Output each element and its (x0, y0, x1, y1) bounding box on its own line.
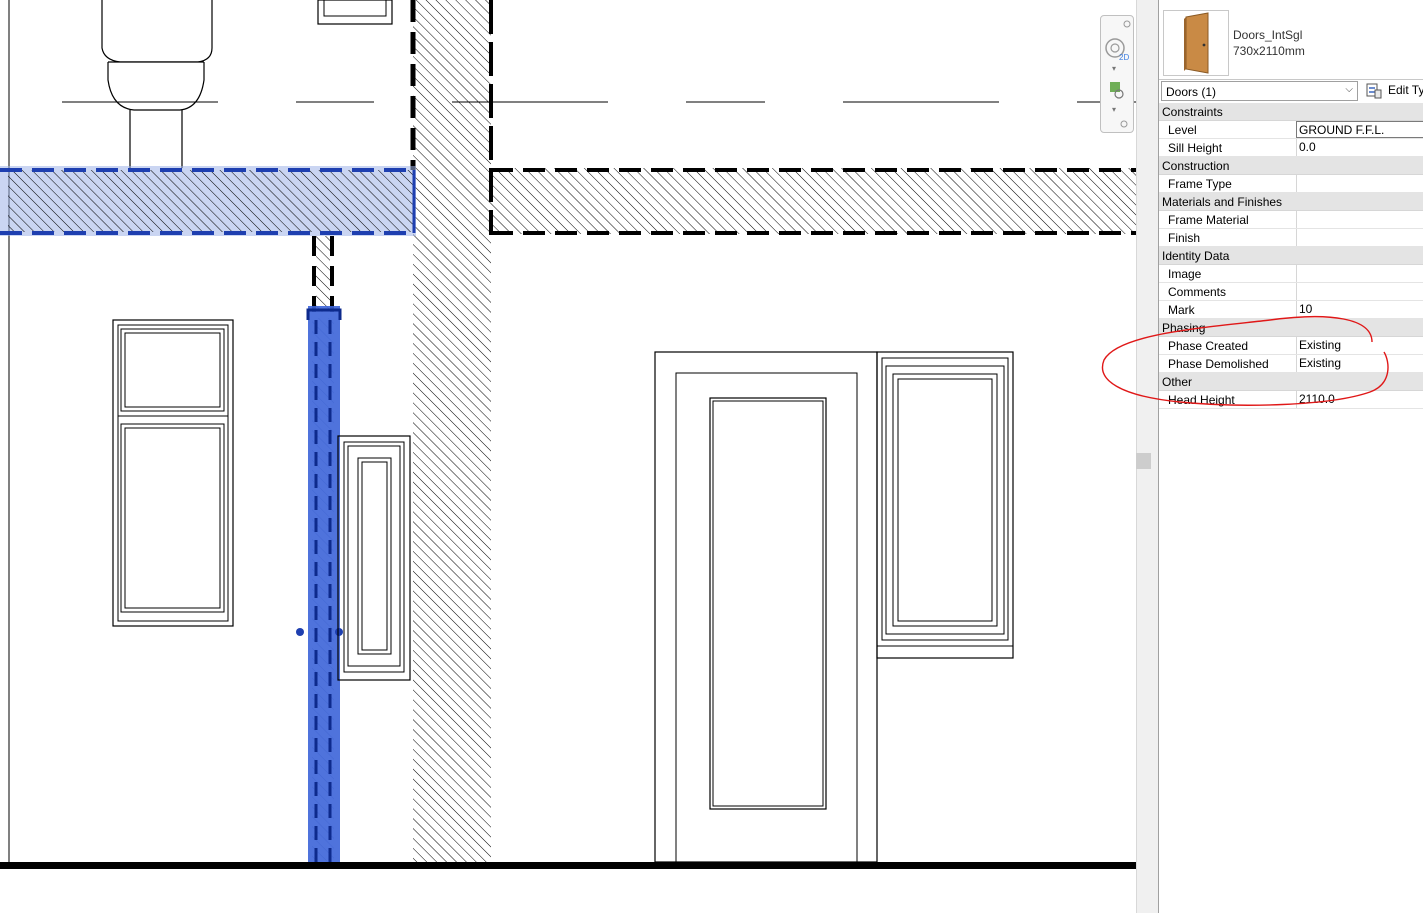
property-group-label: Identity Data (1162, 249, 1230, 263)
property-label: Image (1168, 267, 1202, 281)
property-label: Phase Demolished (1168, 357, 1269, 371)
property-label: Frame Type (1168, 177, 1232, 191)
property-label: Level (1168, 123, 1197, 137)
property-value[interactable] (1296, 211, 1423, 228)
property-group-label: Other (1162, 375, 1193, 389)
property-row-level[interactable]: Level GROUND F.F.L. (1159, 121, 1423, 139)
property-value[interactable]: Existing (1296, 337, 1423, 354)
property-group-materials-and-finishes[interactable]: Materials and Finishes (1159, 193, 1423, 211)
property-label: Head Height (1168, 393, 1235, 407)
toilet (101, 0, 213, 168)
divider (1159, 79, 1423, 80)
property-row-image[interactable]: Image (1159, 265, 1423, 283)
chevron-down-icon: ⌵ (1345, 84, 1353, 95)
property-value[interactable]: Existing (1296, 355, 1423, 372)
property-row-phase-demolished[interactable]: Phase Demolished Existing (1159, 355, 1423, 373)
property-group-constraints[interactable]: Constraints (1159, 103, 1423, 121)
edit-type-button[interactable]: Edit Ty (1364, 81, 1423, 101)
property-group-phasing[interactable]: Phasing (1159, 319, 1423, 337)
property-row-frame-type[interactable]: Frame Type (1159, 175, 1423, 193)
property-label: Finish (1168, 231, 1201, 245)
property-label: Frame Material (1168, 213, 1249, 227)
property-value[interactable] (1296, 229, 1423, 246)
edit-type-icon (1366, 83, 1382, 99)
scrollbar-thumb[interactable] (1136, 453, 1151, 469)
property-value[interactable]: 0.0 (1296, 139, 1423, 156)
property-row-phase-created[interactable]: Phase Created Existing (1159, 337, 1423, 355)
property-group-label: Materials and Finishes (1162, 195, 1283, 209)
elevation-view[interactable] (0, 0, 1136, 913)
properties-grid: Constraints Level GROUND F.F.L. Sill Height… (1159, 103, 1423, 409)
property-label: Comments (1168, 285, 1227, 299)
property-group-construction[interactable]: Construction (1159, 157, 1423, 175)
property-group-identity-data[interactable]: Identity Data (1159, 247, 1423, 265)
property-row-finish[interactable]: Finish (1159, 229, 1423, 247)
2d-steering-wheel-icon[interactable]: 2D (1105, 38, 1129, 62)
property-value[interactable] (1296, 283, 1423, 300)
edit-type-label: Edit Ty (1388, 83, 1423, 97)
property-value[interactable]: 10 (1296, 301, 1423, 318)
zoom-icon[interactable] (1110, 82, 1124, 99)
property-row-frame-material[interactable]: Frame Material (1159, 211, 1423, 229)
svg-text:2D: 2D (1119, 53, 1129, 62)
property-value[interactable]: 2110.0 (1296, 391, 1423, 408)
door-thumbnail-icon (1163, 10, 1229, 76)
cabinet-panel[interactable] (337, 435, 411, 681)
drawing-canvas[interactable]: 2D ▾ ▾ (0, 0, 1136, 913)
type-family-name: Doors_IntSgl (1233, 28, 1303, 42)
window-left[interactable] (112, 319, 234, 627)
door-element[interactable] (654, 351, 878, 863)
instance-filter-value: Doors (1) (1166, 85, 1217, 99)
property-group-label: Construction (1162, 159, 1230, 173)
navigation-bar[interactable]: 2D ▾ ▾ (1100, 15, 1134, 133)
property-value[interactable]: GROUND F.F.L. (1296, 121, 1423, 138)
property-label: Phase Created (1168, 339, 1249, 353)
chevron-down-icon[interactable]: ▾ (1112, 64, 1116, 73)
property-row-mark[interactable]: Mark 10 (1159, 301, 1423, 319)
property-label: Mark (1168, 303, 1195, 317)
property-row-sill-height[interactable]: Sill Height 0.0 (1159, 139, 1423, 157)
svg-text:▾: ▾ (1112, 105, 1116, 114)
property-value[interactable] (1296, 265, 1423, 282)
property-row-comments[interactable]: Comments (1159, 283, 1423, 301)
instance-filter-dropdown[interactable]: Doors (1) ⌵ (1161, 81, 1358, 101)
type-size-name: 730x2110mm (1233, 44, 1305, 58)
property-label: Sill Height (1168, 141, 1223, 155)
property-value[interactable] (1296, 175, 1423, 192)
properties-palette: Doors_IntSgl 730x2110mm Doors (1) ⌵ Edit… (1158, 0, 1423, 913)
property-row-head-height[interactable]: Head Height 2110.0 (1159, 391, 1423, 409)
property-group-label: Constraints (1162, 105, 1223, 119)
property-group-label: Phasing (1162, 321, 1206, 335)
property-group-other[interactable]: Other (1159, 373, 1423, 391)
window-right[interactable] (876, 351, 1014, 659)
